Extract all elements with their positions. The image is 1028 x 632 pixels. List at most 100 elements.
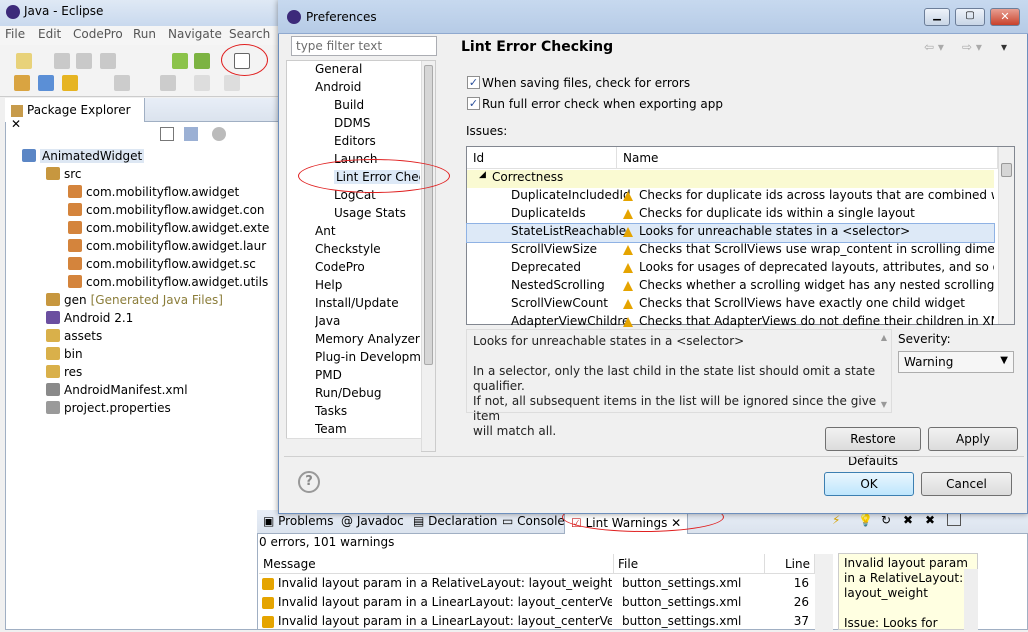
- collapse-all-icon[interactable]: [160, 127, 174, 141]
- menu-run[interactable]: Run: [133, 27, 156, 41]
- nav-item[interactable]: Tasks: [315, 404, 347, 418]
- close-icon[interactable]: ✕: [11, 117, 21, 131]
- help-icon[interactable]: ?: [298, 471, 320, 493]
- open-project-icon[interactable]: [14, 75, 30, 91]
- android-avd-icon[interactable]: [194, 53, 210, 69]
- tree-item[interactable]: AnimatedWidget: [22, 149, 278, 167]
- menu-edit[interactable]: Edit: [38, 27, 61, 41]
- filter-input[interactable]: type filter text: [291, 36, 437, 56]
- tree-item[interactable]: src: [46, 167, 278, 185]
- tree-item[interactable]: com.mobilityflow.awidget.laur: [68, 239, 278, 257]
- issue-row[interactable]: DuplicateIncludedId Checks for duplicate …: [467, 188, 994, 206]
- forward-icon[interactable]: [224, 75, 240, 91]
- tree-item[interactable]: com.mobilityflow.awidget.utils: [68, 275, 278, 293]
- apply-button[interactable]: Apply: [928, 427, 1018, 451]
- col-message[interactable]: Message: [259, 554, 614, 574]
- next-annotation-icon[interactable]: [114, 75, 130, 91]
- menu-search[interactable]: Search: [229, 27, 270, 41]
- close-button[interactable]: ✕: [990, 8, 1020, 26]
- nav-scrollbar[interactable]: [421, 61, 435, 451]
- nav-item[interactable]: Android: [315, 80, 361, 94]
- remove-all-icon[interactable]: ✖: [925, 513, 935, 527]
- tree-item[interactable]: com.mobilityflow.awidget.exte: [68, 221, 278, 239]
- fix-icon[interactable]: ⚡: [832, 513, 840, 527]
- nav-item[interactable]: Usage Stats: [334, 206, 406, 220]
- bulb-icon[interactable]: 💡: [858, 513, 873, 527]
- minimize-button[interactable]: ▁: [924, 8, 950, 26]
- tab-declaration[interactable]: ▤ Declaration: [413, 514, 497, 528]
- lint-row[interactable]: Invalid layout param in a LinearLayout: …: [262, 595, 612, 613]
- nav-item[interactable]: Ant: [315, 224, 336, 238]
- nav-item[interactable]: Checkstyle: [315, 242, 381, 256]
- col-file[interactable]: File: [614, 554, 765, 574]
- restore-defaults-button[interactable]: Restore Defaults: [825, 427, 921, 468]
- maximize-button[interactable]: ▢: [955, 8, 985, 26]
- nav-item[interactable]: Editors: [334, 134, 376, 148]
- tree-item[interactable]: com.mobilityflow.awidget.sc: [68, 257, 278, 275]
- tree-item[interactable]: AndroidManifest.xml: [46, 383, 278, 401]
- menu-navigate[interactable]: Navigate: [168, 27, 222, 41]
- nav-item[interactable]: Help: [315, 278, 342, 292]
- nav-item[interactable]: Build: [334, 98, 364, 112]
- check-on-save-box[interactable]: ✓: [467, 76, 480, 89]
- new-icon[interactable]: [16, 53, 32, 69]
- nav-item[interactable]: General: [315, 62, 362, 76]
- lint-scrollbar[interactable]: [815, 554, 833, 630]
- remove-icon[interactable]: ✖: [903, 513, 913, 527]
- col-name[interactable]: Name: [617, 147, 998, 169]
- issue-row[interactable]: StateListReachable Looks for unreachable …: [466, 223, 995, 243]
- check-on-export-box[interactable]: ✓: [467, 97, 480, 110]
- tree-item[interactable]: res: [46, 365, 278, 383]
- col-line[interactable]: Line: [765, 554, 815, 574]
- nav-item[interactable]: Java: [315, 314, 340, 328]
- back-arrow-icon[interactable]: ⇦ ▾: [924, 40, 944, 54]
- category-row[interactable]: ◢ Correctness: [467, 170, 994, 188]
- back-icon[interactable]: [194, 75, 210, 91]
- nav-hscrollbar[interactable]: [286, 438, 421, 452]
- lint-row[interactable]: Invalid layout param in a LinearLayout: …: [262, 614, 612, 632]
- save-icon[interactable]: [54, 53, 70, 69]
- tab-javadoc[interactable]: @ Javadoc: [341, 514, 404, 528]
- maximize-view-icon[interactable]: [947, 512, 961, 526]
- cancel-button[interactable]: Cancel: [921, 472, 1012, 496]
- issue-row[interactable]: ScrollViewCount Checks that ScrollViews h…: [467, 296, 994, 314]
- tree-item[interactable]: bin: [46, 347, 278, 365]
- issues-scrollbar[interactable]: [998, 147, 1014, 324]
- tree-item[interactable]: Android 2.1: [46, 311, 278, 329]
- package-explorer-tab[interactable]: Package Explorer ✕: [5, 98, 145, 131]
- tree-item[interactable]: assets: [46, 329, 278, 347]
- tab-console[interactable]: ▭ Console: [502, 514, 565, 528]
- desc-scrollbar[interactable]: ▲ ▼: [877, 333, 891, 411]
- nav-item[interactable]: Run/Debug: [315, 386, 382, 400]
- forward-arrow-icon[interactable]: ⇨ ▾: [962, 40, 982, 54]
- ok-button[interactable]: OK: [824, 472, 914, 496]
- save-all-icon[interactable]: [76, 53, 92, 69]
- nav-item[interactable]: DDMS: [334, 116, 370, 130]
- col-id[interactable]: Id: [467, 147, 617, 169]
- android-sdk-icon[interactable]: [172, 53, 188, 69]
- tree-item[interactable]: gen [Generated Java Files]: [46, 293, 278, 311]
- nav-item[interactable]: PMD: [315, 368, 342, 382]
- tree-item[interactable]: com.mobilityflow.awidget.con: [68, 203, 278, 221]
- view-menu-icon[interactable]: ▾: [1001, 40, 1007, 54]
- issue-row[interactable]: Deprecated Looks for usages of deprecated…: [467, 260, 994, 278]
- prev-annotation-icon[interactable]: [160, 75, 176, 91]
- debug-icon[interactable]: [38, 75, 54, 91]
- tree-item[interactable]: com.mobilityflow.awidget: [68, 185, 278, 203]
- lint-row[interactable]: Invalid layout param in a RelativeLayout…: [262, 576, 612, 594]
- issue-row[interactable]: NestedScrolling Checks whether a scrollin…: [467, 278, 994, 296]
- tab-problems[interactable]: ▣ Problems: [263, 514, 333, 528]
- severity-select[interactable]: Warning ▼: [898, 351, 1014, 373]
- menu-file[interactable]: File: [5, 27, 25, 41]
- issue-row[interactable]: DuplicateIds Checks for duplicate ids wit…: [467, 206, 994, 224]
- expand-icon[interactable]: ◢: [479, 170, 486, 180]
- link-editor-icon[interactable]: [184, 127, 198, 141]
- side-scrollbar[interactable]: [964, 569, 978, 630]
- view-menu-icon[interactable]: [212, 127, 226, 141]
- nav-item[interactable]: Memory Analyzer: [315, 332, 420, 346]
- print-icon[interactable]: [100, 53, 116, 69]
- nav-item[interactable]: Team: [315, 422, 347, 436]
- nav-item[interactable]: CodePro: [315, 260, 365, 274]
- tree-item[interactable]: project.properties: [46, 401, 278, 419]
- issue-row[interactable]: ScrollViewSize Checks that ScrollViews us…: [467, 242, 994, 260]
